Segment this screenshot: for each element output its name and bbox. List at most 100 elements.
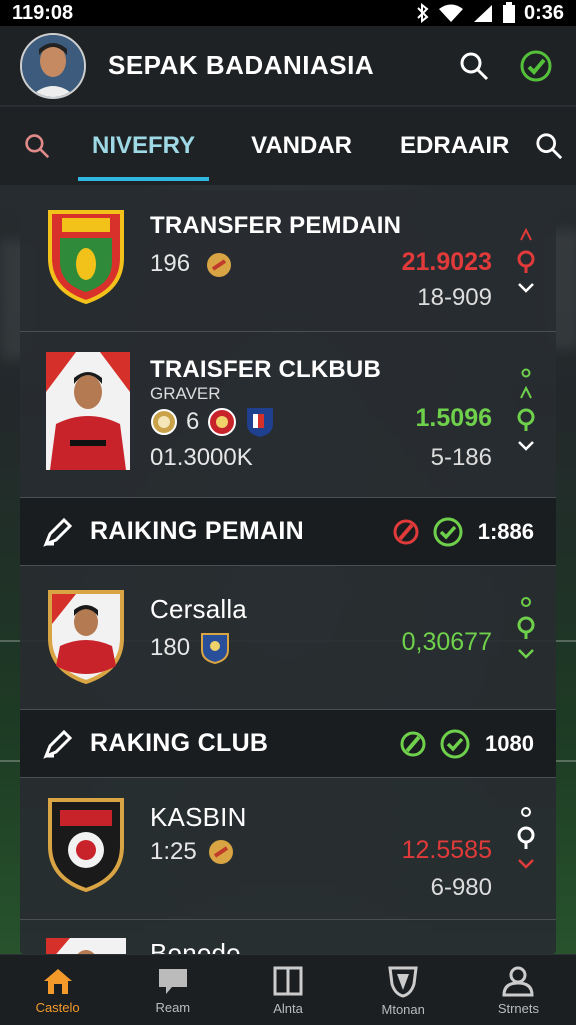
chevron-down-icon	[518, 859, 534, 869]
club-crest-icon	[48, 210, 124, 304]
edit-pencil-icon	[43, 517, 73, 547]
leaf-badge-icon	[400, 731, 426, 756]
nav-label: Alnta	[273, 1000, 303, 1016]
nav-item-alnta[interactable]: Alnta	[230, 955, 345, 1025]
status-bar: 119:08 0:36	[0, 0, 576, 26]
player-photo	[46, 352, 130, 470]
tab-nivefry[interactable]: NIVEFRY	[77, 107, 210, 185]
row-amount: 01.3000K	[150, 444, 253, 471]
user-icon	[502, 966, 534, 996]
coin-badge-icon	[208, 840, 233, 864]
search-icon	[460, 52, 489, 80]
wifi-icon	[438, 4, 463, 22]
status-clock-right: 0:36	[523, 1, 564, 24]
nav-label: Castelo	[35, 999, 80, 1015]
section-value: 1:886	[477, 518, 534, 544]
up-arrow-icon	[520, 228, 532, 241]
avatar[interactable]	[20, 32, 86, 99]
dot-icon	[521, 368, 531, 378]
dot-icon	[521, 597, 531, 607]
row-value-sub: 18-909	[417, 284, 492, 311]
section-value: 1080	[485, 730, 534, 756]
status-check-button[interactable]	[516, 46, 556, 86]
section-ranking-club[interactable]: RAKING CLUB 1080	[20, 710, 556, 778]
list-item-transfer-club[interactable]: TRAISFER CLKBUB GRAVER 6 01.3000K 1.5096…	[20, 332, 556, 498]
row-value-main: 0,30677	[401, 628, 492, 656]
row-title: TRANSFER PEMDAIN	[150, 212, 402, 239]
row-side-icons	[514, 596, 538, 660]
home-icon	[43, 968, 72, 994]
player-crest-photo	[46, 938, 126, 954]
nav-item-castelo[interactable]: Castelo	[0, 955, 115, 1025]
club-badge-icon	[201, 633, 230, 664]
tab-vandar[interactable]: VANDAR	[251, 107, 352, 185]
list-item-club[interactable]: KASBIN 1:25 12.5585 6-980	[20, 778, 556, 920]
club-badge-icon	[151, 409, 177, 435]
signal-icon	[473, 5, 492, 22]
row-value-main: 12.5585	[401, 836, 492, 864]
row-value-sub: 6-980	[430, 874, 492, 901]
nav-item-mtonan[interactable]: Mtonan	[346, 955, 461, 1025]
row-number: 196	[150, 250, 233, 279]
nav-label: Mtonan	[381, 1001, 425, 1017]
club-badge-icon	[208, 408, 237, 436]
content-panel: TRANSFER PEMDAIN 196 21.9023 18-909 TRAI…	[20, 190, 556, 954]
search-button[interactable]	[454, 46, 494, 86]
section-ranking-pemain[interactable]: RAIKING PEMAIN 1:886	[20, 498, 556, 566]
row-subtitle: GRAVER	[150, 384, 221, 403]
row-side-icons	[514, 228, 538, 294]
row-title: Cersalla	[150, 594, 247, 624]
row-title: TRAISFER CLKBUB	[150, 356, 381, 383]
edit-pencil-icon	[43, 729, 73, 759]
app-header: SEPAK BADANIASIA	[0, 26, 576, 106]
nav-item-strnets[interactable]: Strnets	[461, 955, 576, 1025]
dot-icon	[521, 807, 531, 817]
status-time: 119:08	[12, 1, 74, 24]
tab-search-button[interactable]	[24, 126, 50, 166]
row-badges: 6	[150, 406, 275, 438]
pin-icon	[517, 826, 535, 849]
check-circle-icon	[440, 729, 470, 758]
player-crest-photo	[48, 590, 124, 684]
pin-icon	[517, 250, 535, 273]
row-number-text: 180	[150, 634, 191, 661]
battery-icon	[502, 2, 515, 23]
tab-bar: NIVEFRY VANDAR EDRAAIR	[0, 107, 576, 185]
up-arrow-icon	[520, 386, 532, 399]
row-number: 1:25	[150, 838, 235, 866]
search-icon	[536, 133, 563, 160]
pin-icon	[517, 616, 535, 639]
row-number-text: 6	[186, 408, 200, 435]
row-number: 180	[150, 632, 230, 664]
nav-label: Strnets	[497, 1000, 539, 1016]
row-side-icons	[514, 368, 538, 452]
pin-icon	[517, 408, 535, 431]
row-number-text: 196	[150, 250, 191, 277]
row-side-icons	[514, 806, 538, 870]
check-badge-icon	[520, 50, 552, 81]
book-icon	[273, 966, 303, 995]
row-value-main: 21.9023	[401, 248, 492, 276]
bottom-nav: Castelo Ream Alnta Mtonan Strnets	[0, 954, 576, 1025]
row-title: Bonodo	[150, 938, 241, 954]
tab-edraair[interactable]: EDRAAIR	[400, 107, 509, 185]
tab-search-right-button[interactable]	[535, 126, 563, 166]
nav-item-ream[interactable]: Ream	[115, 955, 230, 1025]
chevron-down-icon	[518, 441, 534, 451]
list-item-partial[interactable]: Bonodo	[20, 920, 556, 954]
app-title: SEPAK BADANIASIA	[108, 50, 375, 80]
shield-icon	[388, 966, 418, 998]
coin-badge-icon	[206, 252, 231, 277]
flag-badge-icon	[247, 408, 274, 437]
chevron-down-icon	[518, 283, 534, 293]
section-title: RAKING CLUB	[90, 729, 269, 757]
search-icon	[25, 134, 50, 159]
chevron-down-icon	[518, 649, 534, 659]
row-value-main: 1.5096	[415, 404, 492, 432]
fire-badge-icon	[393, 519, 419, 544]
row-title: KASBIN	[150, 802, 247, 832]
chat-icon	[158, 968, 187, 994]
list-item-transfer-pemain[interactable]: TRANSFER PEMDAIN 196 21.9023 18-909	[20, 190, 556, 332]
list-item-player[interactable]: Cersalla 180 0,30677	[20, 566, 556, 710]
nav-label: Ream	[155, 999, 191, 1015]
